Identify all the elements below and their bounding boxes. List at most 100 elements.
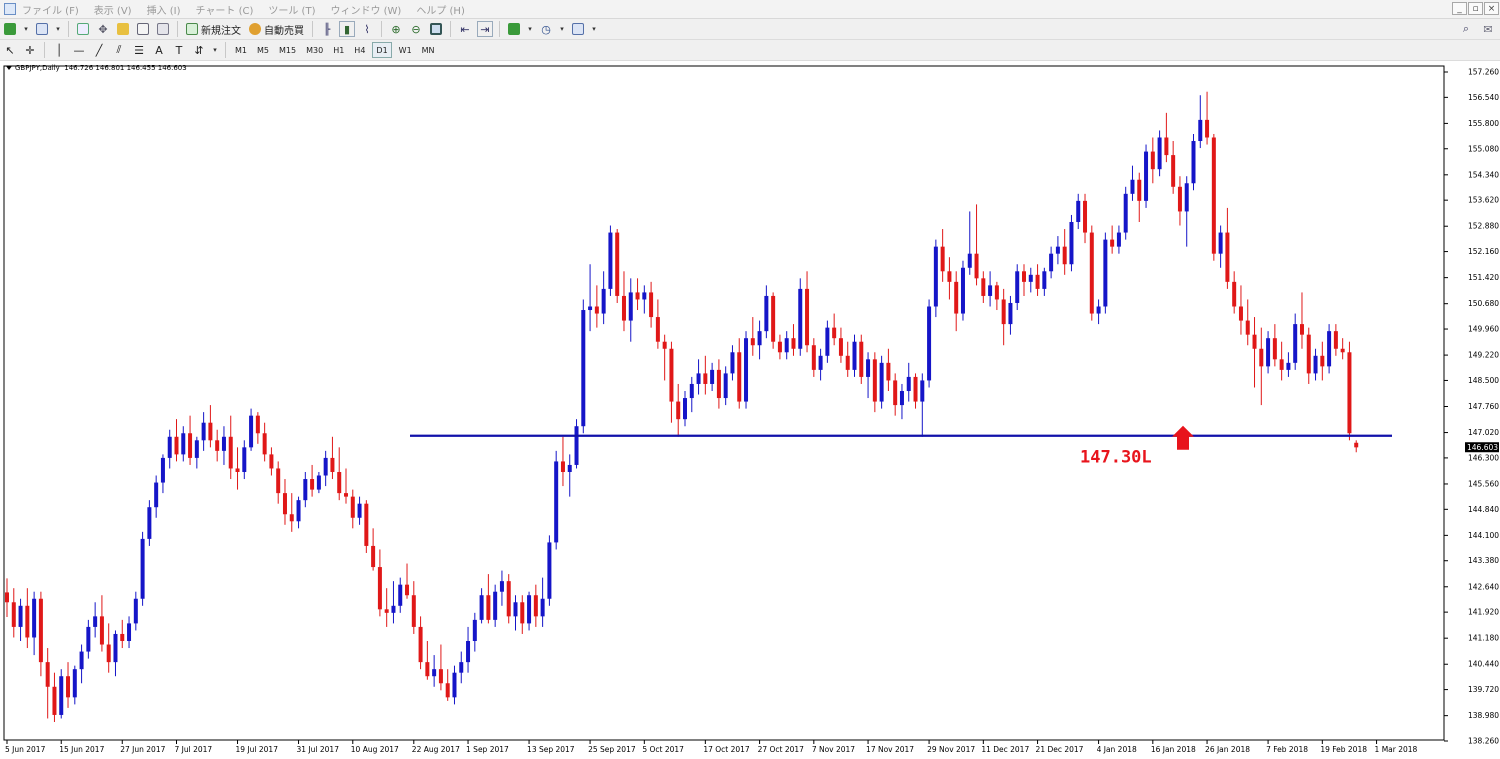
timeframe-m5[interactable]: M5 — [254, 42, 272, 58]
candle — [886, 348, 891, 392]
candle-body — [459, 662, 464, 673]
candle-body — [628, 292, 633, 321]
candle-body — [920, 380, 925, 402]
chat-icon: ✉ — [1483, 22, 1493, 36]
candle-body — [1272, 338, 1277, 360]
menu-help[interactable]: ヘルプ (H) — [416, 2, 465, 17]
candle-body — [1123, 193, 1128, 233]
candle-body — [289, 514, 294, 522]
candle-body — [79, 651, 84, 670]
arrows-dropdown[interactable]: ▾ — [211, 42, 219, 58]
data-window-button[interactable]: ✥ — [95, 21, 111, 37]
menu-window[interactable]: ウィンドウ (W) — [330, 2, 401, 17]
new-chart-dropdown[interactable]: ▾ — [22, 21, 30, 37]
candle-body — [730, 352, 735, 374]
indicators-dropdown[interactable]: ▾ — [526, 21, 534, 37]
templates-dropdown[interactable]: ▾ — [590, 21, 598, 37]
bar-chart-button[interactable]: ╟ — [319, 21, 335, 37]
candle-body — [1015, 271, 1020, 303]
candle — [560, 436, 565, 487]
candle-body — [1171, 155, 1176, 187]
strategy-tester-button[interactable] — [155, 21, 171, 37]
candle — [683, 391, 687, 427]
indicators-button[interactable] — [506, 21, 522, 37]
close-icon[interactable]: × — [1484, 2, 1499, 15]
time-tick-label: 15 Jun 2017 — [59, 745, 104, 754]
crosshair-button[interactable]: ✛ — [22, 42, 38, 58]
auto-trading-button[interactable]: 自動売買 — [247, 21, 306, 37]
text-button[interactable]: A — [151, 42, 167, 58]
periods-button[interactable]: ◷ — [538, 21, 554, 37]
toolbar-separator — [68, 21, 69, 37]
candle — [703, 355, 708, 395]
menu-view[interactable]: 表示 (V) — [94, 2, 132, 17]
restore-icon[interactable]: ▫ — [1468, 2, 1483, 15]
candle-body — [1286, 362, 1291, 370]
profiles-button[interactable] — [34, 21, 50, 37]
price-chart[interactable]: 157.260 156.540 155.800 155.080 154.340 153.6… — [0, 62, 1500, 759]
time-tick-label: 17 Nov 2017 — [866, 745, 914, 754]
candle — [866, 352, 871, 399]
cursor-icon: ↖ — [5, 43, 15, 57]
chart-shift-button[interactable]: ⇥ — [477, 21, 493, 37]
candle-body — [66, 676, 71, 698]
search-button[interactable]: ⌕ — [1458, 21, 1474, 37]
menu-tools[interactable]: ツール (T) — [268, 2, 315, 17]
line-chart-button[interactable]: ⌇ — [359, 21, 375, 37]
market-watch-button[interactable] — [75, 21, 91, 37]
trendline-button[interactable]: ╱ — [91, 42, 107, 58]
candle-body — [981, 278, 986, 296]
fibonacci-button[interactable]: ☰ — [131, 42, 147, 58]
navigator-button[interactable] — [115, 21, 131, 37]
menu-file[interactable]: ファイル (F) — [22, 2, 79, 17]
templates-button[interactable] — [570, 21, 586, 37]
tile-windows-button[interactable] — [428, 21, 444, 37]
terminal-button[interactable] — [135, 21, 151, 37]
candle — [872, 352, 877, 413]
candle — [1110, 225, 1115, 254]
timeframe-w1[interactable]: W1 — [396, 42, 415, 58]
profiles-dropdown[interactable]: ▾ — [54, 21, 62, 37]
menu-chart[interactable]: チャート (C) — [196, 2, 254, 17]
candle-body — [25, 605, 30, 638]
candle-body — [1293, 324, 1298, 363]
minimize-icon[interactable]: _ — [1452, 2, 1467, 15]
cursor-button[interactable]: ↖ — [2, 42, 18, 58]
timeframe-d1[interactable]: D1 — [372, 42, 392, 58]
timeframe-m30[interactable]: M30 — [303, 42, 326, 58]
menu-insert[interactable]: 挿入 (I) — [147, 2, 181, 17]
candle — [364, 500, 369, 553]
channel-button[interactable]: ⫽ — [111, 42, 127, 58]
candle — [167, 429, 172, 469]
price-tick-label: 150.680 — [1468, 299, 1499, 308]
new-order-button[interactable]: 新規注文 — [184, 21, 243, 37]
text-label-button[interactable]: T — [171, 42, 187, 58]
candle — [120, 619, 125, 649]
chat-button[interactable]: ✉ — [1480, 21, 1496, 37]
candle-body — [276, 468, 281, 494]
periods-dropdown[interactable]: ▾ — [558, 21, 566, 37]
candle — [188, 415, 193, 465]
new-chart-button[interactable] — [2, 21, 18, 37]
candle-body — [1266, 338, 1271, 367]
timeframe-h4[interactable]: H4 — [351, 42, 368, 58]
vertical-line-button[interactable]: │ — [51, 42, 67, 58]
timeframe-h1[interactable]: H1 — [330, 42, 347, 58]
zoom-out-button[interactable]: ⊖ — [408, 21, 424, 37]
candle-body — [581, 310, 586, 427]
candlestick-chart-button[interactable]: ▮ — [339, 21, 355, 37]
time-axis: 5 Jun 2017 15 Jun 2017 27 Jun 2017 7 Jul 20… — [5, 740, 1418, 754]
autoscroll-button[interactable]: ⇤ — [457, 21, 473, 37]
candle — [1062, 229, 1067, 275]
candle-body — [1157, 137, 1162, 170]
arrows-button[interactable]: ⇵ — [191, 42, 207, 58]
zoom-in-button[interactable]: ⊕ — [388, 21, 404, 37]
timeframe-m15[interactable]: M15 — [276, 42, 299, 58]
timeframe-m1[interactable]: M1 — [232, 42, 250, 58]
price-tick-label: 145.560 — [1468, 479, 1499, 488]
candle — [1333, 324, 1338, 356]
candle-body — [249, 415, 254, 448]
horizontal-line-button[interactable]: — — [71, 42, 87, 58]
timeframe-mn[interactable]: MN — [419, 42, 438, 58]
candle — [927, 299, 932, 388]
